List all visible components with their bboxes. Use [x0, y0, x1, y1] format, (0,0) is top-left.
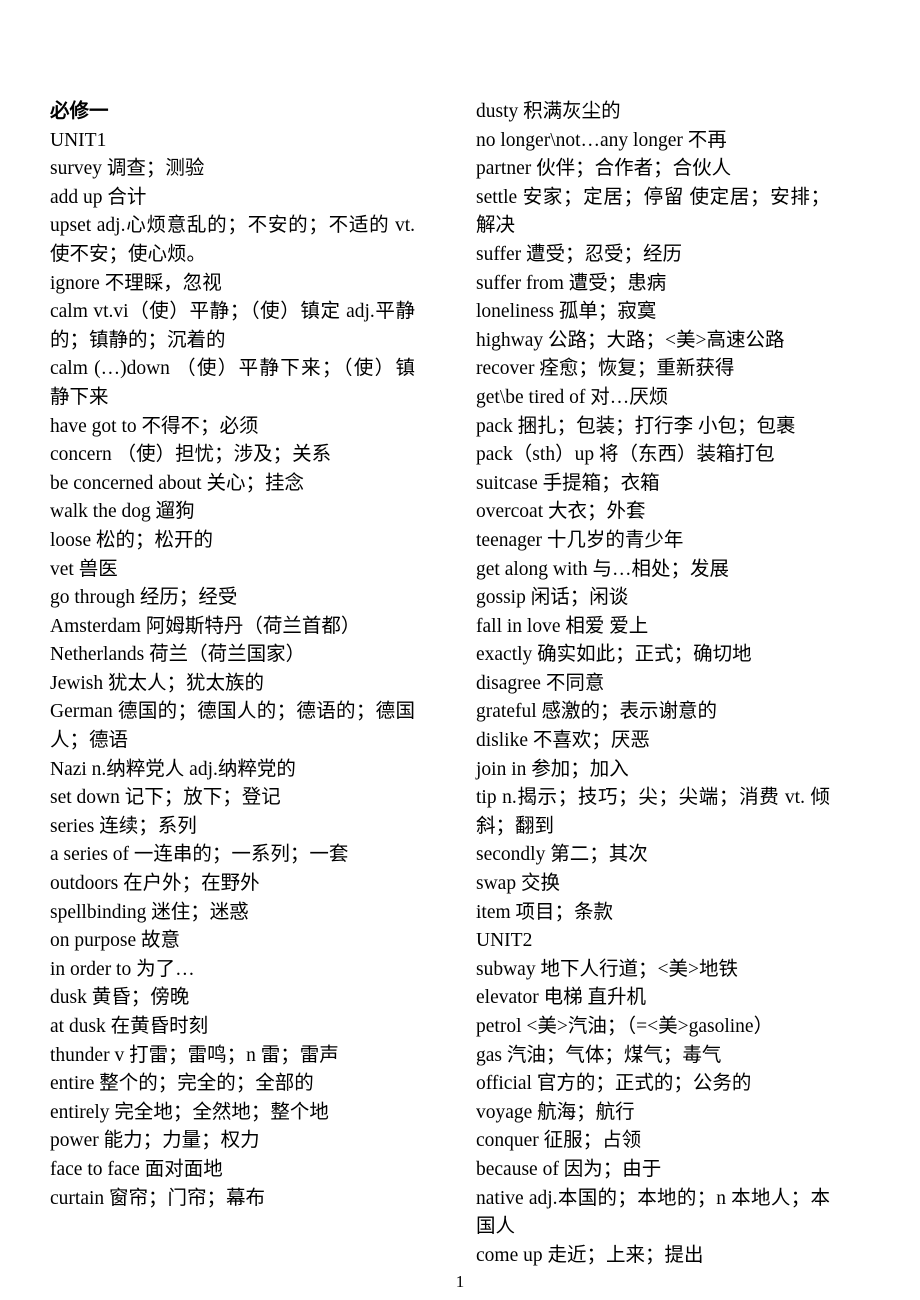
vocab-entry: Jewish 犹太人；犹太族的 — [50, 672, 264, 694]
two-column-body: 必修一 UNIT1 survey 调查；测验 add up 合计 upset adj.心… — [0, 98, 920, 1270]
vocab-entry: loose 松的；松开的 — [50, 529, 214, 551]
vocab-entry: dusty 积满灰尘的 — [476, 101, 621, 122]
vocab-entry: calm (…)down （使）平静下来；（使）镇静下来 — [50, 358, 415, 408]
vocab-entry: grateful 感激的；表示谢意的 — [476, 701, 718, 723]
vocab-entry: a series of 一连串的；一系列；一套 — [50, 844, 349, 866]
vocab-entry: concern （使）担忧；涉及；关系 — [50, 444, 332, 466]
vocab-entry: survey 调查；测验 — [50, 158, 205, 180]
vocab-entry: thunder v 打雷；雷鸣；n 雷；雷声 — [50, 1044, 339, 1066]
vocab-entry: conquer 征服；占领 — [476, 1130, 642, 1152]
vocab-entry: UNIT1 — [50, 129, 107, 151]
vocab-entry: go through 经历；经受 — [50, 587, 238, 609]
vocab-entry: come up 走近；上来；提出 — [476, 1244, 704, 1266]
vocab-entry: German 德国的；德国人的；德语的；德国人；德语 — [50, 701, 415, 752]
vocab-entry: upset adj.心烦意乱的；不安的；不适的 vt.使不安；使心烦。 — [50, 215, 415, 265]
vocab-entry: pack（sth）up 将（东西）装箱打包 — [476, 444, 775, 466]
vocab-entry: exactly 确实如此；正式；确切地 — [476, 644, 752, 666]
vocab-entry: in order to 为了… — [50, 958, 195, 980]
vocab-entry: dusk 黄昏；傍晚 — [50, 987, 190, 1009]
vocab-entry: highway 公路；大路；<美>高速公路 — [476, 329, 785, 351]
vocab-entry: dislike 不喜欢；厌恶 — [476, 730, 650, 752]
vocab-entry: recover 痊愈；恢复；重新获得 — [476, 358, 735, 380]
vocab-entry: spellbinding 迷住；迷惑 — [50, 901, 249, 923]
vocab-entry: add up 合计 — [50, 186, 147, 208]
vocab-entry: tip n.揭示；技巧；尖；尖端；消费 vt. 倾斜；翻到 — [476, 787, 830, 837]
vocab-entry: swap 交换 — [476, 873, 560, 895]
vocab-entry: loneliness 孤单；寂寞 — [476, 301, 657, 323]
vocab-entry: partner 伙伴；合作者；合伙人 — [476, 158, 732, 180]
document-page: 必修一 UNIT1 survey 调查；测验 add up 合计 upset adj.心… — [0, 0, 920, 1300]
vocab-entry: on purpose 故意 — [50, 930, 180, 952]
vocab-entry: series 连续；系列 — [50, 815, 197, 837]
vocab-entry: disagree 不同意 — [476, 672, 605, 694]
vocab-entry: suitcase 手提箱；衣箱 — [476, 472, 660, 494]
vocab-entry: be concerned about 关心；挂念 — [50, 472, 304, 494]
vocab-entry: face to face 面对面地 — [50, 1158, 223, 1180]
vocab-entry: gossip 闲话；闲谈 — [476, 587, 629, 609]
vocab-entry: teenager 十几岁的青少年 — [476, 529, 684, 551]
vocab-entry: official 官方的；正式的；公务的 — [476, 1073, 752, 1095]
vocab-entry: native adj.本国的；本地的；n 本地人；本国人 — [476, 1187, 830, 1238]
vocab-entry: curtain 窗帘；门帘；幕布 — [50, 1187, 266, 1209]
vocab-entry: elevator 电梯 直升机 — [476, 987, 647, 1009]
vocab-entry: at dusk 在黄昏时刻 — [50, 1016, 209, 1037]
vocab-entry: petrol <美>汽油；（=<美>gasoline） — [476, 1016, 774, 1037]
vocab-entry: suffer 遭受；忍受；经历 — [476, 243, 682, 265]
vocab-entry: Nazi n.纳粹党人 adj.纳粹党的 — [50, 758, 296, 780]
vocab-entry: Amsterdam 阿姆斯特丹（荷兰首都） — [50, 615, 361, 637]
vocab-entry: get\be tired of 对…厌烦 — [476, 386, 669, 408]
vocab-entry: outdoors 在户外；在野外 — [50, 873, 260, 895]
vocab-entry: subway 地下人行道；<美>地铁 — [476, 958, 738, 980]
vocab-entry: secondly 第二；其次 — [476, 844, 648, 866]
vocab-entry: calm vt.vi（使）平静；（使）镇定 adj.平静的；镇静的；沉着的 — [50, 301, 415, 351]
vocab-entry: fall in love 相爱 爱上 — [476, 615, 649, 637]
vocab-entry: gas 汽油；气体；煤气；毒气 — [476, 1044, 722, 1066]
vocab-entry: overcoat 大衣；外套 — [476, 501, 646, 523]
page-number: 1 — [455, 1272, 465, 1291]
vocab-entry: UNIT2 — [476, 930, 533, 952]
vocab-entry: no longer\not…any longer 不再 — [476, 129, 727, 151]
vocab-entry: entire 整个的；完全的；全部的 — [50, 1073, 314, 1095]
vocab-entry: join in 参加；加入 — [476, 758, 629, 780]
vocab-entry: set down 记下；放下；登记 — [50, 787, 281, 809]
vocab-entry: item 项目；条款 — [476, 901, 614, 923]
vocab-entry: suffer from 遭受；患病 — [476, 272, 667, 294]
vocab-entry: because of 因为；由于 — [476, 1158, 662, 1180]
vocab-entry: settle 安家；定居；停留 使定居；安排；解决 — [476, 186, 830, 237]
vocab-entry: vet 兽医 — [50, 558, 118, 580]
vocab-entry: pack 捆扎；包装；打行李 小包；包裹 — [476, 415, 796, 437]
column-right: dusty 积满灰尘的 no longer\not…any longer 不再 pa… — [425, 98, 850, 1270]
column-left: 必修一 UNIT1 survey 调查；测验 add up 合计 upset adj.心… — [0, 98, 425, 1270]
vocab-entry: power 能力；力量；权力 — [50, 1130, 260, 1152]
vocab-entry: get along with 与…相处；发展 — [476, 558, 729, 580]
vocab-entry: have got to 不得不；必须 — [50, 415, 259, 437]
vocab-entry: ignore 不理睬，忽视 — [50, 272, 222, 294]
vocab-entry: voyage 航海；航行 — [476, 1101, 635, 1123]
vocab-entry: entirely 完全地；全然地；整个地 — [50, 1101, 329, 1123]
vocab-entry: walk the dog 遛狗 — [50, 501, 195, 523]
vocab-entry: Netherlands 荷兰（荷兰国家） — [50, 644, 306, 666]
vocab-entry: 必修一 — [50, 101, 109, 122]
